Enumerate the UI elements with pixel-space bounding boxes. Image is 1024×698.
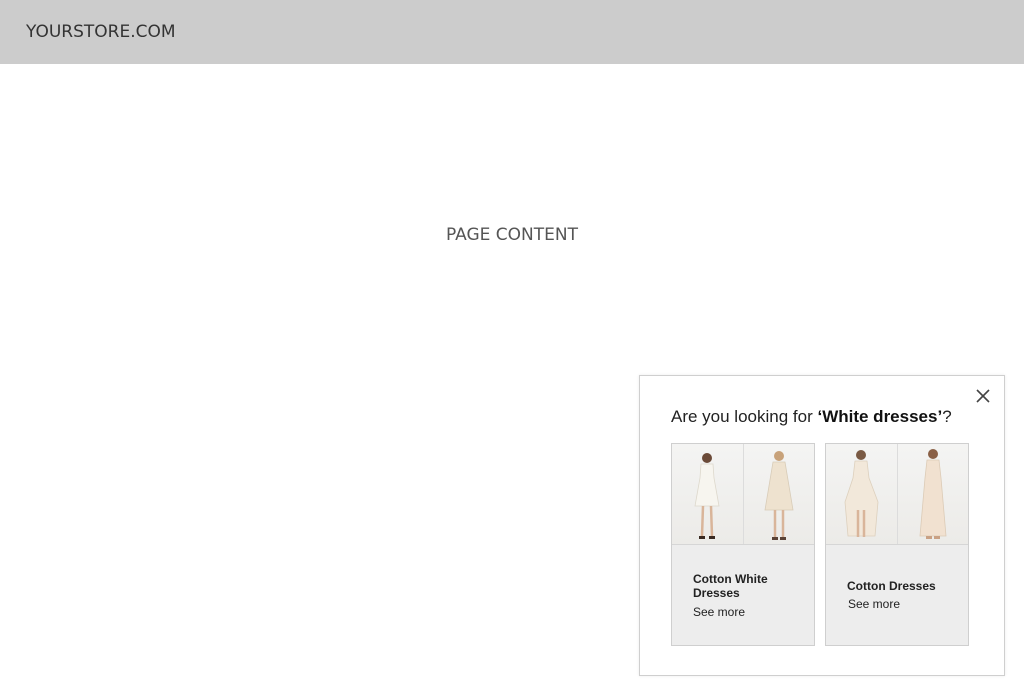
question-suffix: ? (942, 407, 952, 426)
dress-photo-right (742, 444, 814, 544)
product-image (826, 444, 968, 545)
dress-photo-right (896, 444, 968, 544)
card-title: Cotton Dresses (847, 579, 936, 593)
product-image (672, 444, 814, 545)
close-icon-glyph (976, 389, 990, 403)
top-header: YOURSTORE.COM (0, 0, 1024, 64)
suggestion-card[interactable]: Cotton White Dresses See more (671, 443, 815, 646)
close-icon[interactable] (975, 388, 991, 404)
suggestion-card[interactable]: Cotton Dresses See more (825, 443, 969, 646)
page-content-placeholder: PAGE CONTENT (445, 225, 578, 245)
dress-photo-left (826, 444, 897, 544)
dress-photo-left (672, 444, 743, 544)
see-more-link[interactable]: See more (848, 597, 900, 611)
see-more-link[interactable]: See more (693, 605, 745, 619)
question-term: ‘White dresses’ (817, 407, 943, 426)
suggestion-question: Are you looking for ‘White dresses’? (671, 407, 952, 427)
card-title: Cotton White Dresses (693, 572, 768, 600)
store-logo[interactable]: YOURSTORE.COM (26, 22, 176, 42)
search-suggestion-popup: Are you looking for ‘White dresses’? Cot… (639, 375, 1005, 676)
question-prefix: Are you looking for (671, 407, 818, 426)
